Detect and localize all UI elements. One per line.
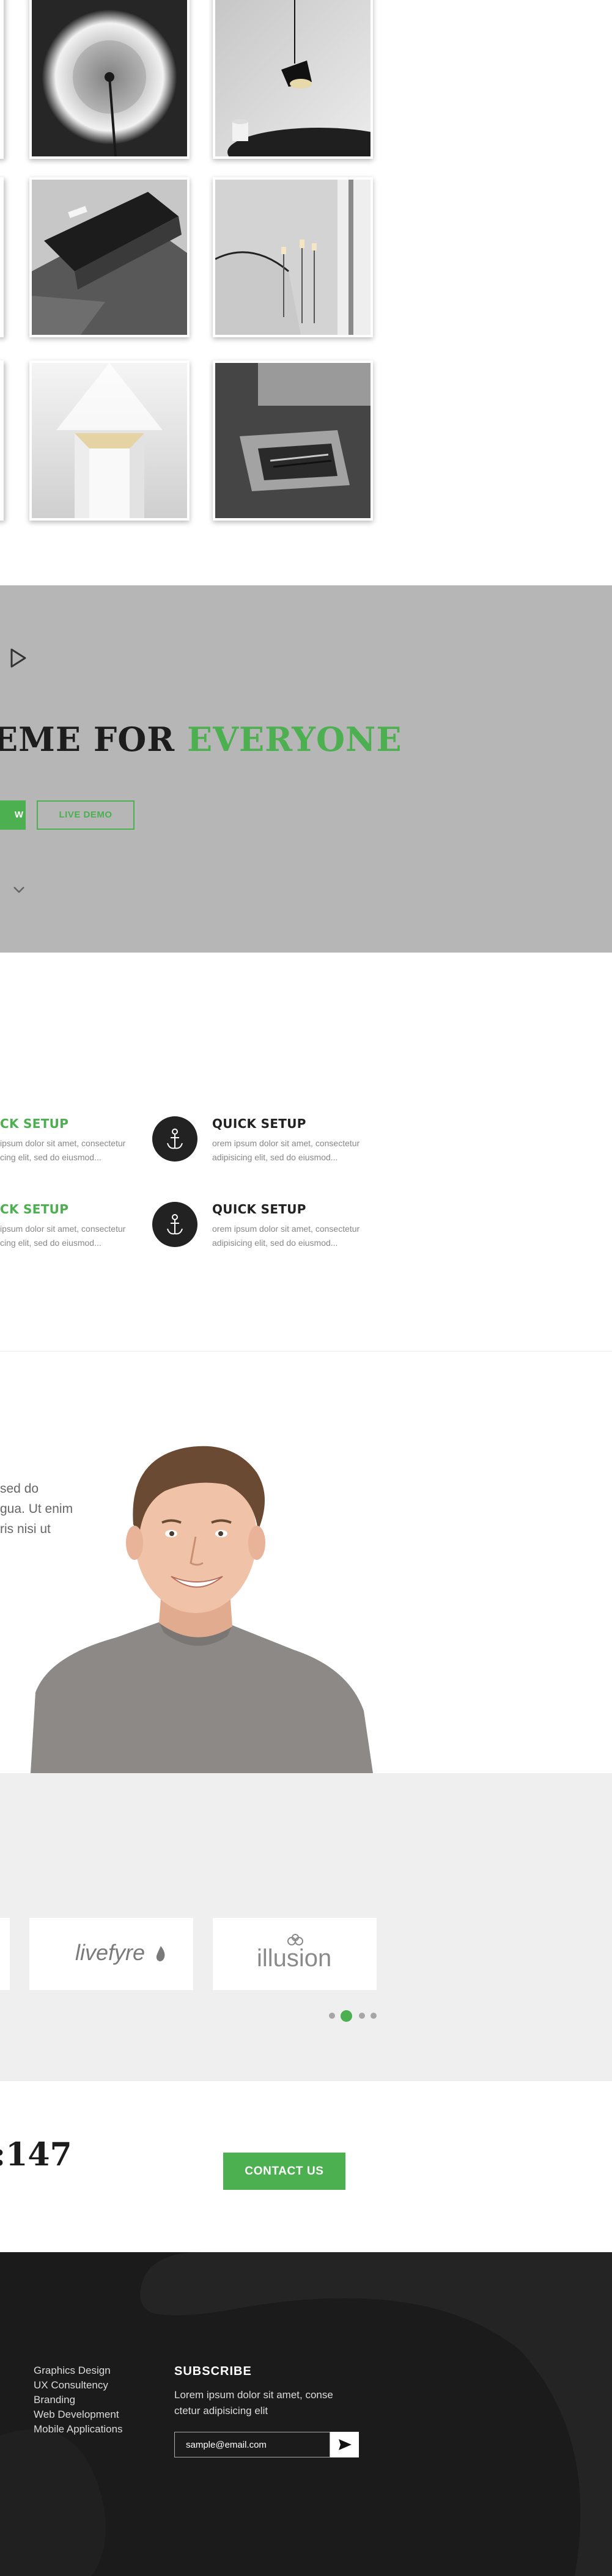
contact-us-button[interactable]: CONTACT US: [223, 2153, 345, 2190]
subscribe-title: SUBSCRIBE: [174, 2365, 252, 2378]
hero-section: [0, 585, 612, 953]
portfolio-tile-edge[interactable]: [0, 177, 4, 337]
send-icon: [339, 2439, 352, 2450]
pendant-lamp-image: [215, 0, 371, 156]
feature-text-line: orem ipsum dolor sit amet, consectetur: [212, 1138, 360, 1148]
portfolio-tile-candles[interactable]: [213, 177, 373, 337]
subscribe-text-line: Lorem ipsum dolor sit amet, conse: [174, 2389, 333, 2401]
hero-title-dark: EME FOR: [0, 720, 175, 759]
box-image: [32, 180, 187, 335]
chevron-down-icon[interactable]: [11, 884, 27, 896]
footer-link[interactable]: UX Consultency: [34, 2378, 123, 2393]
feature-text: ipsum dolor sit amet, consectetur cing e…: [0, 1136, 177, 1165]
footer-link[interactable]: Branding: [34, 2393, 123, 2407]
feature-text-line: orem ipsum dolor sit amet, consectetur: [212, 1224, 360, 1234]
carousel-dot[interactable]: [329, 2013, 335, 2019]
candles-image: [215, 180, 371, 335]
feature-title: QUICK SETUP: [212, 1202, 306, 1217]
illusion-logo: illusion: [257, 1945, 332, 1972]
portfolio-tile-pendant-lamp[interactable]: [213, 0, 373, 159]
subscribe-text: Lorem ipsum dolor sit amet, conse ctetur…: [174, 2387, 333, 2419]
portfolio-tile-edge[interactable]: [0, 360, 4, 521]
carousel-dot[interactable]: [371, 2013, 377, 2019]
footer-link[interactable]: Graphics Design: [34, 2363, 123, 2378]
stone-tray-image: [215, 363, 371, 518]
person-photo: [31, 1446, 373, 1773]
carousel-dot[interactable]: [359, 2013, 365, 2019]
feature-title: CK SETUP: [0, 1116, 69, 1131]
client-logo-card[interactable]: livefyre: [29, 1918, 193, 1990]
feature-title: QUICK SETUP: [212, 1116, 306, 1131]
carousel-dot-active[interactable]: [341, 2010, 352, 2022]
portfolio-tile-ring-lamp[interactable]: [29, 0, 190, 159]
send-button[interactable]: [330, 2432, 359, 2457]
hero-primary-button[interactable]: W: [0, 800, 26, 830]
illusion-mark-icon: [287, 1934, 303, 1945]
footer-services-list: Graphics Design UX Consultency Branding …: [34, 2363, 123, 2437]
ring-lamp-image: [32, 0, 187, 156]
anchor-icon: [152, 1202, 197, 1247]
client-logo-card[interactable]: [0, 1918, 10, 1990]
anchor-icon: [152, 1116, 197, 1162]
feature-text-line: adipisicing elit, sed do eiusmod...: [212, 1238, 338, 1248]
portfolio-tile-white-lamp[interactable]: [29, 360, 190, 521]
portfolio-tile-stone-tray[interactable]: [213, 360, 373, 521]
portfolio-tile-edge[interactable]: [0, 0, 4, 159]
subscribe-text-line: ctetur adipisicing elit: [174, 2405, 268, 2417]
feature-text: orem ipsum dolor sit amet, consectetur a…: [212, 1222, 389, 1250]
flame-icon: [156, 1946, 165, 1961]
white-lamp-image: [32, 363, 187, 518]
client-logo-card[interactable]: illusion: [213, 1918, 377, 1990]
email-field[interactable]: [174, 2432, 330, 2457]
footer-link[interactable]: Web Development: [34, 2407, 123, 2422]
live-demo-button[interactable]: LIVE DEMO: [37, 800, 135, 830]
section-divider: [0, 1351, 612, 1352]
feature-text-line: ipsum dolor sit amet, consectetur: [0, 1138, 126, 1148]
play-icon[interactable]: [9, 646, 28, 670]
footer-link[interactable]: Mobile Applications: [34, 2422, 123, 2437]
feature-text-line: cing elit, sed do eiusmod...: [0, 1152, 101, 1162]
hero-title: EME FOR EVERYONE: [0, 720, 402, 759]
phone-number: :147: [0, 2136, 72, 2173]
feature-text-line: ipsum dolor sit amet, consectetur: [0, 1224, 126, 1234]
feature-title: CK SETUP: [0, 1202, 69, 1217]
feature-text-line: adipisicing elit, sed do eiusmod...: [212, 1152, 338, 1162]
feature-text: ipsum dolor sit amet, consectetur cing e…: [0, 1222, 177, 1250]
hero-title-accent: EVERYONE: [186, 720, 402, 759]
livefyre-logo: livefyre: [75, 1940, 146, 1965]
feature-text-line: cing elit, sed do eiusmod...: [0, 1238, 101, 1248]
feature-text: orem ipsum dolor sit amet, consectetur a…: [212, 1136, 389, 1165]
portfolio-tile-box[interactable]: [29, 177, 190, 337]
